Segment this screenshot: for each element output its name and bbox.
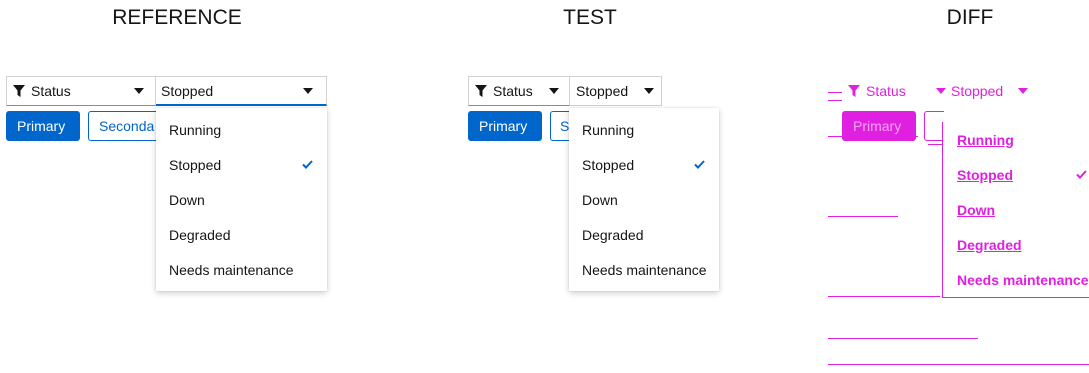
menu-item-stopped[interactable]: Stopped (156, 147, 327, 182)
menu-item-label: Needs maintenance (169, 261, 294, 278)
menu-item-degraded[interactable]: Degraded (569, 217, 719, 252)
menu-item-label: Needs maintenance (582, 261, 707, 278)
check-icon (302, 160, 313, 169)
menu-item-label: Running (169, 121, 222, 138)
status-select-toggle[interactable]: Stopped (946, 76, 1042, 106)
menu-item-down[interactable]: Down (156, 182, 327, 217)
status-filter-label: Status (493, 83, 533, 99)
status-filter-toggle[interactable]: Status (842, 76, 954, 106)
primary-button[interactable]: Primary (6, 111, 80, 141)
caret-down-icon (1018, 87, 1028, 94)
status-select-value: Stopped (161, 82, 214, 99)
test-header: TEST (563, 6, 617, 29)
panel-headers: REFERENCE TEST DIFF (0, 6, 1089, 36)
filter-icon (848, 84, 860, 97)
menu-item-down[interactable]: Down (943, 192, 1089, 227)
secondary-button[interactable] (924, 111, 944, 141)
menu-item-stopped[interactable]: Stopped (943, 157, 1089, 192)
status-filter-label: Status (866, 82, 906, 99)
diff-noise (828, 296, 940, 297)
caret-down-icon (644, 88, 654, 94)
caret-down-icon (936, 87, 946, 94)
menu-item-stopped[interactable]: Stopped (569, 147, 719, 182)
status-filter-toggle[interactable]: Status (6, 76, 156, 106)
status-select-value: Stopped (576, 83, 629, 99)
menu-item-down[interactable]: Down (569, 182, 719, 217)
diff-noise (828, 364, 1089, 365)
menu-item-degraded[interactable]: Degraded (943, 227, 1089, 262)
status-filter-label: Status (31, 83, 71, 99)
menu-item-degraded[interactable]: Degraded (156, 217, 327, 252)
primary-button[interactable]: Primary (468, 111, 542, 141)
menu-item-label: Down (957, 201, 996, 218)
menu-item-running[interactable]: Running (569, 112, 719, 147)
diff-noise (828, 216, 898, 217)
menu-item-label: Degraded (169, 226, 231, 243)
caret-down-icon (134, 88, 144, 94)
diff-noise (828, 338, 978, 339)
secondary-button[interactable]: S (550, 111, 570, 141)
status-menu: Running Stopped Down Degraded Needs main… (569, 108, 719, 291)
status-select-value: Stopped (951, 82, 1004, 99)
status-filter-toggle[interactable]: Status (468, 76, 570, 106)
diff-header: DIFF (946, 6, 994, 29)
filter-icon (13, 85, 25, 97)
menu-item-label: Needs maintenance (957, 271, 1089, 288)
menu-item-label: Running (582, 121, 635, 138)
menu-item-label: Degraded (957, 236, 1022, 253)
caret-down-icon (549, 88, 559, 94)
check-icon (694, 160, 705, 169)
menu-item-label: Stopped (957, 166, 1013, 183)
primary-button[interactable]: Primary (842, 111, 916, 141)
test-panel: Status Stopped Primary S Running Stopped… (468, 76, 720, 336)
menu-item-label: Down (169, 191, 205, 208)
menu-item-needs-maintenance[interactable]: Needs maintenance (943, 262, 1089, 297)
menu-item-label: Degraded (582, 226, 644, 243)
menu-item-needs-maintenance[interactable]: Needs maintenance (156, 252, 327, 287)
menu-item-label: Down (582, 191, 618, 208)
menu-item-needs-maintenance[interactable]: Needs maintenance (569, 252, 719, 287)
status-select-toggle[interactable]: Stopped (570, 76, 662, 106)
diff-panel: Status Stopped Primary Running Stopped D… (828, 76, 1089, 373)
caret-down-icon (303, 87, 313, 94)
filter-icon (475, 85, 487, 97)
status-select-toggle[interactable]: Stopped (156, 76, 327, 106)
check-icon (1076, 170, 1087, 179)
menu-item-label: Running (957, 131, 1014, 148)
menu-item-running[interactable]: Running (156, 112, 327, 147)
reference-header: REFERENCE (112, 6, 242, 29)
menu-item-label: Stopped (169, 156, 222, 173)
menu-item-label: Stopped (582, 156, 635, 173)
status-menu: Running Stopped Down Degraded Needs main… (156, 108, 327, 291)
status-menu: Running Stopped Down Degraded Needs main… (942, 122, 1089, 298)
reference-panel: Status Stopped Primary Seconda Running S… (6, 76, 328, 336)
menu-item-running[interactable]: Running (943, 122, 1089, 157)
